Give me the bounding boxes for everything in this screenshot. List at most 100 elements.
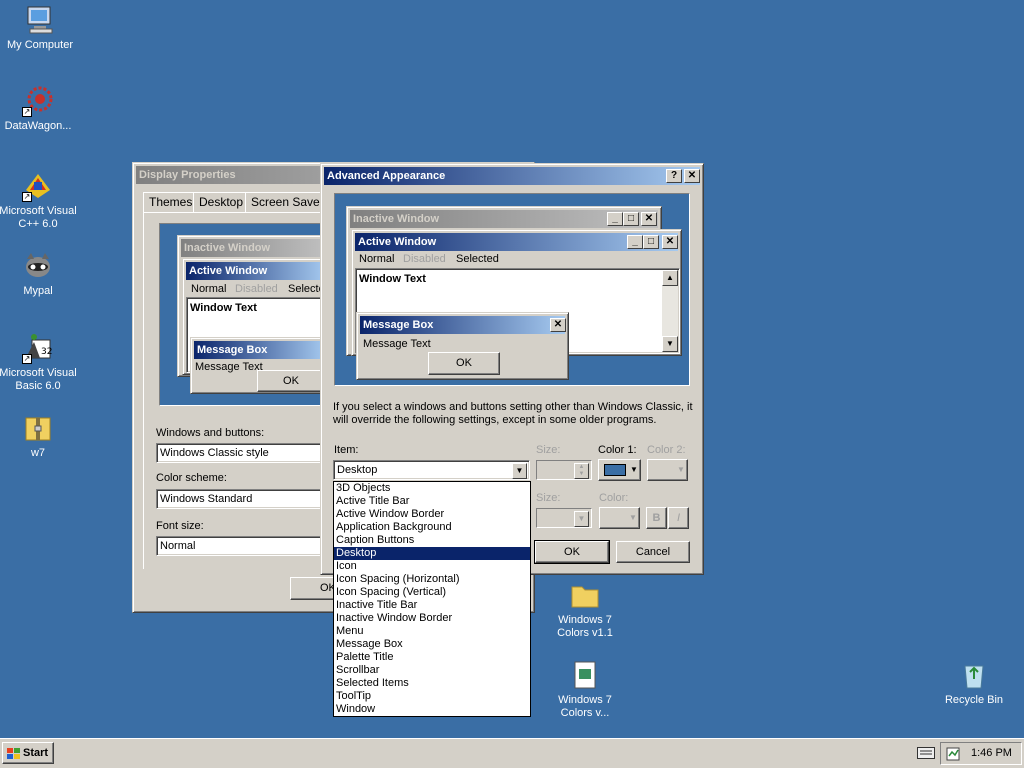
desktop-icon-mypal[interactable]: Mypal xyxy=(0,250,78,298)
color1-label: Color 1: xyxy=(598,444,637,456)
color2-label: Color 2: xyxy=(647,444,686,456)
close-icon: ✕ xyxy=(641,212,657,226)
scroll-down-icon: ▼ xyxy=(662,336,678,352)
scroll-up-icon: ▲ xyxy=(662,270,678,286)
list-item[interactable]: 3D Objects xyxy=(334,482,530,495)
spinner-icon[interactable]: ▲ ▼ xyxy=(574,463,589,479)
aa-cancel-button[interactable]: Cancel xyxy=(616,541,690,563)
list-item[interactable]: Icon Spacing (Horizontal) xyxy=(334,573,530,586)
start-label: Start xyxy=(23,747,49,759)
aa-preview-msgbox-title: Message Box xyxy=(360,316,565,334)
list-item[interactable]: Menu xyxy=(334,625,530,638)
list-item-selected[interactable]: Desktop xyxy=(334,547,530,560)
tab-themes[interactable]: Themes xyxy=(143,192,199,213)
dp-preview-ok-button: OK xyxy=(257,370,325,392)
document-icon xyxy=(569,659,601,691)
color1-swatch xyxy=(604,464,626,476)
help-button[interactable]: ? xyxy=(666,169,682,183)
font-size-combo[interactable]: ▼ xyxy=(536,508,592,528)
aa-preview-ok-button: OK xyxy=(428,352,500,375)
visual-cpp-icon: ↗ xyxy=(22,170,54,202)
close-button[interactable]: ✕ xyxy=(684,169,700,183)
dp-preview-message-box: Message Box Message Text OK xyxy=(190,337,327,394)
keyboard-icon[interactable] xyxy=(917,747,935,759)
desktop-icon-datawagon[interactable]: ↗ DataWagon... xyxy=(0,85,78,133)
font-color-button[interactable]: ▼ xyxy=(599,507,640,529)
size-spinner[interactable]: ▲ ▼ xyxy=(536,460,592,480)
list-item[interactable]: Active Title Bar xyxy=(334,495,530,508)
desktop-icon-win7-colors-folder[interactable]: Windows 7 Colors v1.1 xyxy=(545,579,625,640)
dp-preview-menu-normal: Normal xyxy=(191,283,227,295)
close-icon: ✕ xyxy=(550,318,566,332)
font-size-label-aa: Size: xyxy=(536,492,561,504)
zip-folder-icon xyxy=(22,412,54,444)
list-item[interactable]: Active Window Border xyxy=(334,508,530,521)
list-item[interactable]: Inactive Title Bar xyxy=(334,599,530,612)
windows-buttons-select[interactable]: Windows Classic style xyxy=(156,443,326,463)
minimize-icon: _ xyxy=(627,235,643,249)
aa-ok-button[interactable]: OK xyxy=(534,540,610,564)
list-item[interactable]: Icon Spacing (Vertical) xyxy=(334,586,530,599)
computer-icon xyxy=(24,4,56,36)
item-select[interactable]: Desktop ▼ xyxy=(333,460,530,480)
color1-button[interactable]: ▼ xyxy=(598,459,641,481)
list-item[interactable]: Selected Items xyxy=(334,677,530,690)
tray-app-icon[interactable] xyxy=(945,746,961,762)
chevron-down-icon[interactable]: ▼ xyxy=(574,511,589,527)
font-size-select[interactable]: Normal xyxy=(156,536,326,556)
list-item[interactable]: Icon xyxy=(334,560,530,573)
aa-preview-scrollbar: ▲ ▼ xyxy=(662,270,678,352)
color-scheme-select[interactable]: Windows Standard xyxy=(156,489,326,509)
desktop-icon-label: Windows 7 Colors v1.1 xyxy=(557,614,613,639)
svg-text:32: 32 xyxy=(41,347,52,357)
desktop-icon-w7[interactable]: w7 xyxy=(0,412,78,460)
desktop-icon-visual-cpp[interactable]: ↗ Microsoft Visual C++ 6.0 xyxy=(0,170,78,231)
list-item[interactable]: Inactive Window Border xyxy=(334,612,530,625)
shortcut-arrow-icon: ↗ xyxy=(22,107,32,117)
list-item[interactable]: Window xyxy=(334,703,530,716)
list-item[interactable]: Application Background xyxy=(334,521,530,534)
advanced-appearance-titlebar[interactable]: Advanced Appearance xyxy=(324,167,700,185)
chevron-down-icon: ▼ xyxy=(629,513,637,522)
visual-basic-icon: 32 ↗ xyxy=(22,332,54,364)
desktop-icon-label: DataWagon... xyxy=(4,120,72,132)
windows-logo-icon xyxy=(7,747,20,759)
desktop-icon-label: Windows 7 Colors v... xyxy=(558,694,612,719)
start-button[interactable]: Start xyxy=(2,742,54,764)
clock[interactable]: 1:46 PM xyxy=(971,747,1012,759)
color2-button[interactable]: ▼ xyxy=(647,459,688,481)
aa-preview-window-text: Window Text xyxy=(359,273,426,285)
font-color-label: Color: xyxy=(599,492,629,504)
dp-preview-menu-disabled: Disabled xyxy=(235,283,278,295)
chevron-down-icon: ▼ xyxy=(630,465,638,474)
list-item[interactable]: Message Box xyxy=(334,638,530,651)
tab-desktop[interactable]: Desktop xyxy=(193,192,250,213)
bold-button[interactable]: B xyxy=(646,507,667,529)
desktop-icon-label: Mypal xyxy=(23,285,53,297)
desktop-icon-label: w7 xyxy=(30,447,46,459)
aa-preview-msgbox-text: Message Text xyxy=(363,338,431,350)
windows-buttons-label: Windows and buttons: xyxy=(156,427,265,439)
desktop-icon-recycle-bin[interactable]: Recycle Bin xyxy=(934,659,1014,707)
aa-preview-menu-disabled: Disabled xyxy=(403,253,446,265)
desktop-icon-label: Microsoft Visual C++ 6.0 xyxy=(0,205,77,230)
desktop-icon-my-computer[interactable]: My Computer xyxy=(0,4,80,52)
shortcut-arrow-icon: ↗ xyxy=(22,354,32,364)
list-item[interactable]: Caption Buttons xyxy=(334,534,530,547)
item-dropdown-list[interactable]: 3D Objects Active Title Bar Active Windo… xyxy=(333,481,531,717)
tab-screen-saver[interactable]: Screen Saver xyxy=(245,192,330,213)
desktop-icon-win7-colors-file[interactable]: Windows 7 Colors v... xyxy=(545,659,625,720)
list-item[interactable]: ToolTip xyxy=(334,690,530,703)
recycle-bin-icon xyxy=(958,659,990,691)
italic-button[interactable]: I xyxy=(668,507,689,529)
list-item[interactable]: Palette Title xyxy=(334,651,530,664)
list-item[interactable]: Scrollbar xyxy=(334,664,530,677)
chevron-down-icon[interactable]: ▼ xyxy=(512,463,527,479)
aa-preview-menu-normal: Normal xyxy=(359,253,395,265)
color-scheme-label: Color scheme: xyxy=(156,472,227,484)
font-size-label: Font size: xyxy=(156,520,204,532)
desktop-icon-visual-basic[interactable]: 32 ↗ Microsoft Visual Basic 6.0 xyxy=(0,332,78,393)
desktop-icon-label: Microsoft Visual Basic 6.0 xyxy=(0,367,77,392)
item-select-value: Desktop xyxy=(337,464,378,476)
dp-preview-msgbox-text: Message Text xyxy=(195,361,263,373)
